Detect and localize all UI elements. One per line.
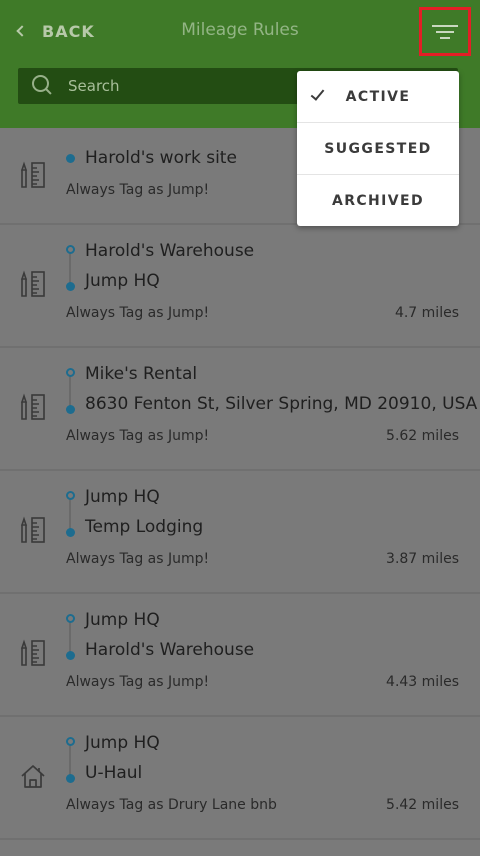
origin-marker	[66, 491, 75, 500]
tag-rule-text: Always Tag as Drury Lane bnb	[66, 797, 277, 813]
destination-marker	[66, 405, 75, 414]
pencil-ruler-icon	[20, 639, 45, 666]
distance-label: 5.42 miles	[386, 797, 459, 813]
origin-name: Jump HQ	[85, 733, 160, 753]
distance-label: 4.7 miles	[394, 305, 459, 321]
tag-rule-text: Always Tag as Jump!	[66, 305, 210, 321]
origin-marker	[66, 368, 75, 377]
rules-list: Harold's work site Always Tag as Jump! H…	[0, 128, 480, 840]
filter-button[interactable]	[419, 7, 471, 56]
location-name: Harold's work site	[85, 148, 237, 168]
origin-name: Jump HQ	[85, 487, 160, 507]
pencil-ruler-icon	[20, 516, 45, 543]
pencil-ruler-icon	[20, 161, 45, 188]
page-title: Mileage Rules	[181, 20, 299, 40]
origin-name: Mike's Rental	[85, 364, 198, 384]
origin-marker	[66, 737, 75, 746]
destination-marker	[66, 282, 75, 291]
filter-option-archived[interactable]: ARCHIVED	[297, 175, 459, 227]
checkmark-icon	[310, 86, 325, 101]
filter-dropdown-menu: ACTIVE SUGGESTED ARCHIVED	[297, 71, 459, 226]
rule-row[interactable]: Mike's Rental 8630 Fenton St, Silver Spr…	[0, 348, 480, 471]
destination-marker	[66, 774, 75, 783]
rule-row[interactable]: Jump HQ Harold's Warehouse Always Tag as…	[0, 594, 480, 717]
destination-name: U-Haul	[85, 763, 143, 783]
location-marker	[66, 154, 75, 163]
origin-name: Jump HQ	[85, 610, 160, 630]
distance-label: 5.62 miles	[386, 428, 459, 444]
origin-name: Harold's Warehouse	[85, 241, 255, 261]
house-icon	[21, 765, 45, 788]
filter-option-active[interactable]: ACTIVE	[297, 71, 459, 123]
destination-marker	[66, 528, 75, 537]
destination-name: Temp Lodging	[85, 517, 204, 537]
destination-name: 8630 Fenton St, Silver Spring, MD 20910,…	[85, 394, 478, 414]
origin-marker	[66, 614, 75, 623]
origin-marker	[66, 245, 75, 254]
tag-rule-text: Always Tag as Jump!	[66, 428, 210, 444]
pencil-ruler-icon	[20, 393, 45, 420]
rule-row[interactable]: Harold's Warehouse Jump HQ Always Tag as…	[0, 225, 480, 348]
rule-row[interactable]: Jump HQ U-Haul Always Tag as Drury Lane …	[0, 717, 480, 840]
distance-label: 4.43 miles	[386, 674, 459, 690]
destination-name: Harold's Warehouse	[85, 640, 255, 660]
pencil-ruler-icon	[20, 270, 45, 297]
search-icon	[32, 75, 54, 97]
filter-option-suggested[interactable]: SUGGESTED	[297, 123, 459, 175]
destination-marker	[66, 651, 75, 660]
filter-icon	[432, 24, 458, 27]
tag-rule-text: Always Tag as Jump!	[66, 674, 210, 690]
destination-name: Jump HQ	[85, 271, 160, 291]
rule-row[interactable]: Jump HQ Temp Lodging Always Tag as Jump!…	[0, 471, 480, 594]
tag-rule-text: Always Tag as Jump!	[66, 551, 210, 567]
tag-rule-text: Always Tag as Jump!	[66, 182, 210, 198]
distance-label: 3.87 miles	[386, 551, 459, 567]
